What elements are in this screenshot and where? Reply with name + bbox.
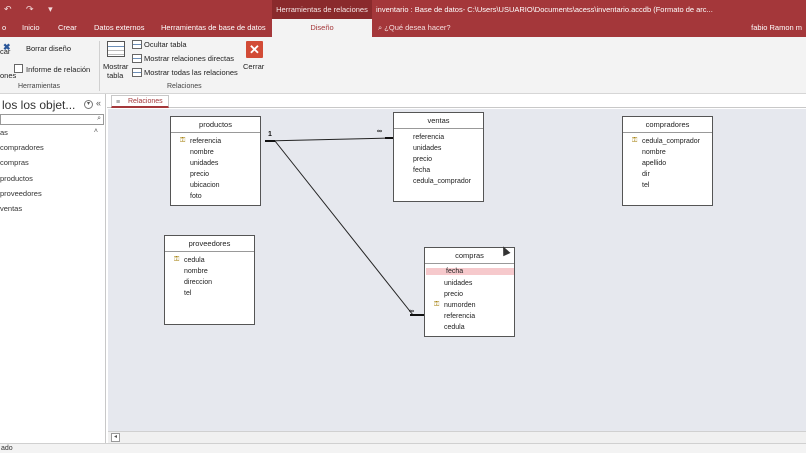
table-title[interactable]: proveedores	[165, 236, 254, 252]
nav-item-compradores[interactable]: compradores	[0, 143, 44, 152]
nav-group-header[interactable]: as ˄	[0, 128, 104, 138]
show-table-button-line1[interactable]: Mostrar	[103, 62, 128, 71]
tab-datos-externos[interactable]: Datos externos	[94, 19, 144, 37]
all-relationships-icon	[132, 68, 142, 77]
field-item[interactable]: dir	[642, 171, 650, 178]
chevron-up-icon: ˄	[93, 128, 98, 135]
hide-table-icon	[132, 40, 142, 49]
nav-item-ventas[interactable]: ventas	[0, 204, 22, 213]
close-icon[interactable]: ✕	[246, 41, 263, 58]
ribbon-tab-row: o Inicio Crear Datos externos Herramient…	[0, 19, 806, 37]
status-bar: ado	[0, 443, 806, 453]
key-icon: ⚿	[632, 137, 638, 144]
nav-group-label: as	[0, 128, 8, 137]
clear-layout-button[interactable]: Borrar diseño	[26, 44, 71, 53]
field-item[interactable]: numorden	[444, 302, 476, 309]
field-item[interactable]: ubicacion	[190, 182, 220, 189]
field-item[interactable]: referencia	[413, 134, 444, 141]
close-button[interactable]: Cerrar	[243, 62, 264, 71]
field-item[interactable]: cedula	[444, 324, 465, 331]
relationship-report-icon	[14, 64, 23, 73]
field-item[interactable]: foto	[190, 193, 202, 200]
title-bar: ↶ ↷ ▾ Herramientas de relaciones inventa…	[0, 0, 806, 19]
field-item[interactable]: referencia	[190, 138, 221, 145]
relation-many-label-compras: ∞	[409, 308, 414, 315]
nav-item-productos[interactable]: productos	[0, 174, 33, 183]
tab-archivo[interactable]: o	[2, 19, 6, 37]
field-item[interactable]: cedula_comprador	[642, 138, 700, 145]
field-item[interactable]: apellido	[642, 160, 666, 167]
field-item[interactable]: precio	[444, 291, 463, 298]
window-title: inventario : Base de datos- C:\Users\USU…	[376, 5, 713, 14]
group-label-herramientas: Herramientas	[18, 83, 61, 90]
tab-relaciones-label: Relaciones	[128, 98, 163, 105]
tab-diseno[interactable]: Diseño	[272, 19, 372, 37]
field-item[interactable]: precio	[190, 171, 209, 178]
relation-one-label: 1	[268, 131, 272, 138]
table-compras[interactable]: compras fecha unidades precio ⚿ numorden…	[424, 247, 515, 337]
relation-productos-ventas	[264, 137, 392, 142]
horizontal-scrollbar[interactable]: ◂	[108, 431, 806, 443]
quick-access-toolbar[interactable]: ↶ ↷ ▾	[4, 4, 59, 15]
chevron-down-icon[interactable]: ▾	[84, 100, 93, 109]
ribbon-separator	[99, 41, 100, 91]
search-icon: ⌕	[97, 115, 101, 122]
table-title[interactable]: productos	[171, 117, 260, 133]
table-proveedores[interactable]: proveedores ⚿ cedula nombre direccion te…	[164, 235, 255, 325]
field-item[interactable]: unidades	[444, 280, 472, 287]
ribbon: car ones ✖ Borrar diseño Informe de rela…	[0, 37, 806, 94]
relationships-icon: ≡	[116, 99, 121, 106]
show-table-button-line2[interactable]: tabla	[107, 71, 123, 80]
collapse-pane-icon[interactable]: «	[96, 98, 101, 108]
tab-herramientas-bd[interactable]: Herramientas de base de datos	[161, 19, 266, 37]
field-item[interactable]: nombre	[190, 149, 214, 156]
field-item[interactable]: precio	[413, 156, 432, 163]
field-item[interactable]: fecha	[413, 167, 430, 174]
field-item[interactable]: nombre	[184, 268, 208, 275]
navigation-pane: los los objet... ▾ « ⌕ as ˄ compradores …	[0, 94, 106, 443]
tab-relaciones[interactable]: ≡ Relaciones	[111, 95, 169, 108]
show-table-icon	[107, 41, 125, 57]
field-item[interactable]: cedula	[184, 257, 205, 264]
field-item[interactable]: tel	[642, 182, 649, 189]
hide-table-button[interactable]: Ocultar tabla	[144, 40, 187, 49]
context-tab-header: Herramientas de relaciones	[272, 0, 372, 19]
nav-item-proveedores[interactable]: proveedores	[0, 189, 42, 198]
field-item[interactable]: direccion	[184, 279, 212, 286]
status-text: ado	[1, 445, 13, 452]
scroll-left-icon[interactable]: ◂	[111, 433, 120, 442]
document-tabs: ≡ Relaciones	[107, 94, 806, 108]
field-item[interactable]: referencia	[444, 313, 475, 320]
tab-inicio[interactable]: Inicio	[22, 19, 40, 37]
field-item[interactable]: unidades	[413, 145, 441, 152]
direct-relationships-button[interactable]: Mostrar relaciones directas	[144, 54, 234, 63]
relationship-report-button[interactable]: Informe de relación	[26, 65, 90, 74]
field-item[interactable]: nombre	[642, 149, 666, 156]
tell-me-search[interactable]: ⌕ ¿Qué desea hacer?	[378, 19, 451, 37]
field-item-selected[interactable]: fecha	[426, 268, 514, 275]
group-label-relaciones: Relaciones	[167, 83, 202, 90]
field-item[interactable]: unidades	[190, 160, 218, 167]
tab-crear[interactable]: Crear	[58, 19, 77, 37]
table-ventas[interactable]: ventas referencia unidades precio fecha …	[393, 112, 484, 202]
table-title[interactable]: ventas	[394, 113, 483, 129]
relation-many-label-ventas: ∞	[377, 128, 382, 135]
nav-item-compras[interactable]: compras	[0, 158, 29, 167]
all-relationships-button[interactable]: Mostrar todas las relaciones	[144, 68, 238, 77]
field-item[interactable]: tel	[184, 290, 191, 297]
key-icon: ⚿	[180, 137, 186, 144]
key-icon: ⚿	[174, 256, 180, 263]
nav-pane-title[interactable]: los los objet...	[2, 98, 75, 112]
direct-relationships-icon	[132, 54, 142, 63]
key-icon: ⚿	[434, 301, 440, 308]
table-compradores[interactable]: compradores ⚿ cedula_comprador nombre ap…	[622, 116, 713, 206]
nav-search-input[interactable]: ⌕	[0, 114, 104, 125]
table-title[interactable]: compradores	[623, 117, 712, 133]
user-name[interactable]: fabio Ramon m	[751, 19, 802, 37]
table-productos[interactable]: productos ⚿ referencia nombre unidades p…	[170, 116, 261, 206]
field-item[interactable]: cedula_comprador	[413, 178, 471, 185]
clear-layout-icon: ✖	[3, 42, 11, 52]
